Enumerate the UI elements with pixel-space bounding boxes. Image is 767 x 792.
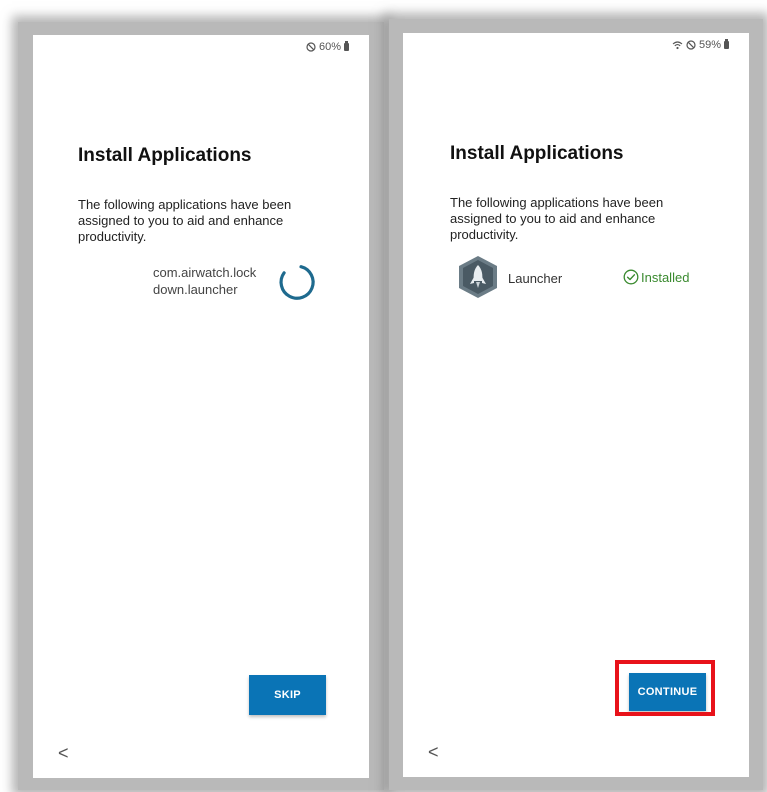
page-title: Install Applications	[78, 145, 252, 166]
comparison-stage: 60% Install Applications The following a…	[0, 0, 767, 792]
app-name: Launcher	[508, 271, 563, 286]
back-button[interactable]: <	[58, 743, 69, 764]
do-not-disturb-icon	[306, 42, 316, 52]
check-circle-icon	[623, 269, 639, 285]
launcher-rocket-icon	[459, 256, 497, 298]
battery-icon	[724, 39, 729, 49]
battery-percent: 60%	[318, 41, 341, 53]
page-description: The following applications have been ass…	[78, 197, 292, 244]
status-bar: 59%	[672, 39, 729, 51]
left-phone-screen: 60% Install Applications The following a…	[33, 35, 369, 778]
battery-icon	[344, 41, 349, 51]
chevron-left-icon: <	[428, 742, 439, 762]
wifi-icon	[672, 41, 683, 50]
page-description: The following applications have been ass…	[450, 195, 664, 242]
chevron-left-icon: <	[58, 743, 69, 763]
app-package-name: com.airwatch.lock down.launcher	[153, 264, 269, 298]
install-status-label: Installed	[641, 269, 690, 285]
back-button[interactable]: <	[428, 742, 439, 763]
app-package-name-line-1: com.airwatch.lock	[153, 265, 257, 280]
continue-highlight-box	[615, 660, 715, 716]
do-not-disturb-icon	[686, 40, 696, 50]
progress-spinner-icon	[279, 265, 315, 300]
install-status: Installed	[623, 269, 689, 285]
battery-percent: 59%	[698, 39, 721, 51]
status-bar: 60%	[306, 41, 349, 53]
skip-button[interactable]: SKIP	[249, 675, 326, 715]
app-package-name-line-2: down.launcher	[153, 282, 238, 297]
page-title: Install Applications	[450, 143, 624, 164]
